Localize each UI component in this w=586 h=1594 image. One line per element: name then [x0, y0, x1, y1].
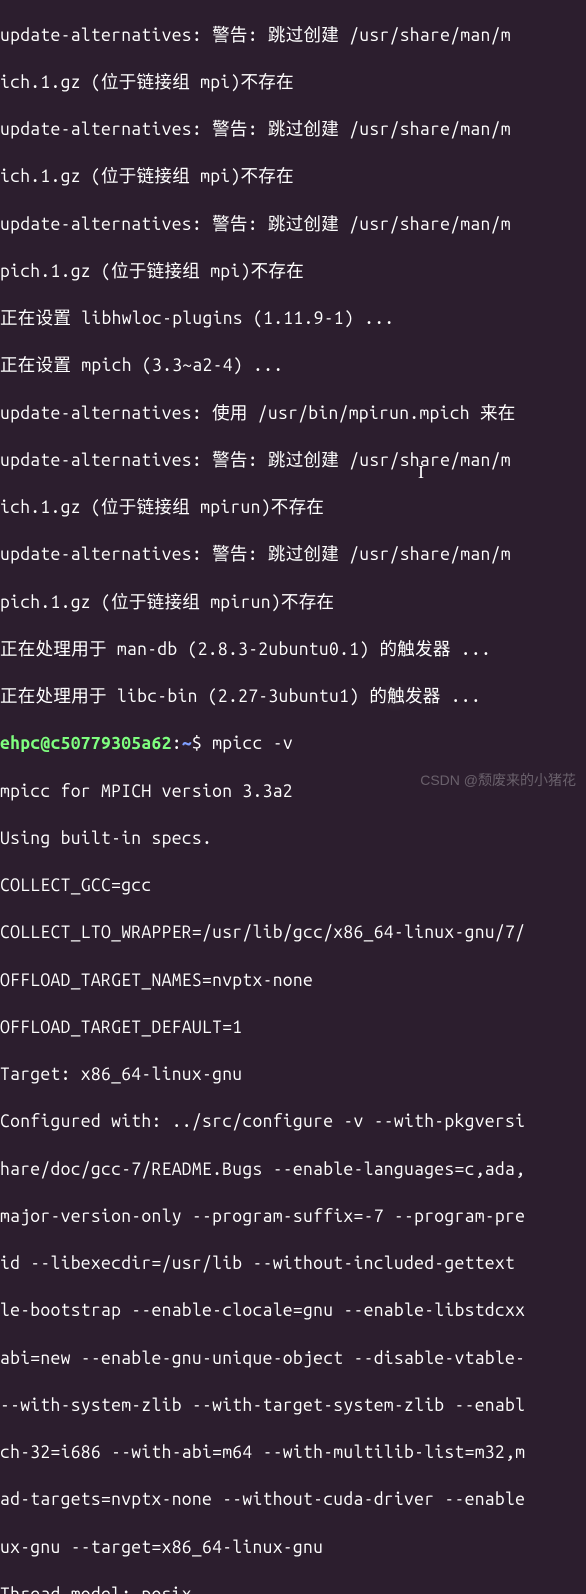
terminal-output[interactable]: update-alternatives: 警告: 跳过创建 /usr/share… — [0, 0, 586, 1594]
prompt-line[interactable]: ehpc@c50779305a62:~$ mpicc -v — [0, 732, 586, 756]
command-text: mpicc -v — [212, 734, 293, 753]
output-line: abi=new --enable-gnu-unique-object --dis… — [0, 1347, 586, 1371]
output-line: ich.1.gz (位于链接组 mpi)不存在 — [0, 165, 586, 189]
output-line: 正在处理用于 man-db (2.8.3-2ubuntu0.1) 的触发器 ..… — [0, 638, 586, 662]
output-line: --with-system-zlib --with-target-system-… — [0, 1394, 586, 1418]
output-line: Thread model: posix — [0, 1583, 586, 1594]
output-line: OFFLOAD_TARGET_NAMES=nvptx-none — [0, 969, 586, 993]
output-line: ad-targets=nvptx-none --without-cuda-dri… — [0, 1488, 586, 1512]
output-line: hare/doc/gcc-7/README.Bugs --enable-lang… — [0, 1158, 586, 1182]
output-line: Target: x86_64-linux-gnu — [0, 1063, 586, 1087]
output-line: ich.1.gz (位于链接组 mpi)不存在 — [0, 71, 586, 95]
output-line: COLLECT_GCC=gcc — [0, 874, 586, 898]
output-line: 正在设置 libhwloc-plugins (1.11.9-1) ... — [0, 307, 586, 331]
output-line: update-alternatives: 使用 /usr/bin/mpirun.… — [0, 402, 586, 426]
output-line: update-alternatives: 警告: 跳过创建 /usr/share… — [0, 213, 586, 237]
watermark-text: CSDN @颓废来的小猪花 — [420, 771, 576, 790]
output-line: Using built-in specs. — [0, 827, 586, 851]
output-line: ux-gnu --target=x86_64-linux-gnu — [0, 1536, 586, 1560]
output-line: COLLECT_LTO_WRAPPER=/usr/lib/gcc/x86_64-… — [0, 921, 586, 945]
output-line: Configured with: ../src/configure -v --w… — [0, 1110, 586, 1134]
output-line: update-alternatives: 警告: 跳过创建 /usr/share… — [0, 24, 586, 48]
output-line: 正在处理用于 libc-bin (2.27-3ubuntu1) 的触发器 ... — [0, 685, 586, 709]
output-line: ich.1.gz (位于链接组 mpirun)不存在 — [0, 496, 586, 520]
prompt-colon: : — [172, 734, 182, 753]
output-line: 正在设置 mpich (3.3~a2-4) ... — [0, 354, 586, 378]
prompt-user-host: ehpc@c50779305a62 — [0, 734, 172, 753]
output-line: pich.1.gz (位于链接组 mpi)不存在 — [0, 260, 586, 284]
output-line: pich.1.gz (位于链接组 mpirun)不存在 — [0, 591, 586, 615]
output-line: update-alternatives: 警告: 跳过创建 /usr/share… — [0, 543, 586, 567]
prompt-dollar: $ — [192, 734, 212, 753]
output-line: OFFLOAD_TARGET_DEFAULT=1 — [0, 1016, 586, 1040]
output-line: id --libexecdir=/usr/lib --without-inclu… — [0, 1252, 586, 1276]
output-line: update-alternatives: 警告: 跳过创建 /usr/share… — [0, 118, 586, 142]
output-line: major-version-only --program-suffix=-7 -… — [0, 1205, 586, 1229]
output-line: update-alternatives: 警告: 跳过创建 /usr/share… — [0, 449, 586, 473]
output-line: ch-32=i686 --with-abi=m64 --with-multili… — [0, 1441, 586, 1465]
prompt-path: ~ — [182, 734, 192, 753]
output-line: le-bootstrap --enable-clocale=gnu --enab… — [0, 1299, 586, 1323]
